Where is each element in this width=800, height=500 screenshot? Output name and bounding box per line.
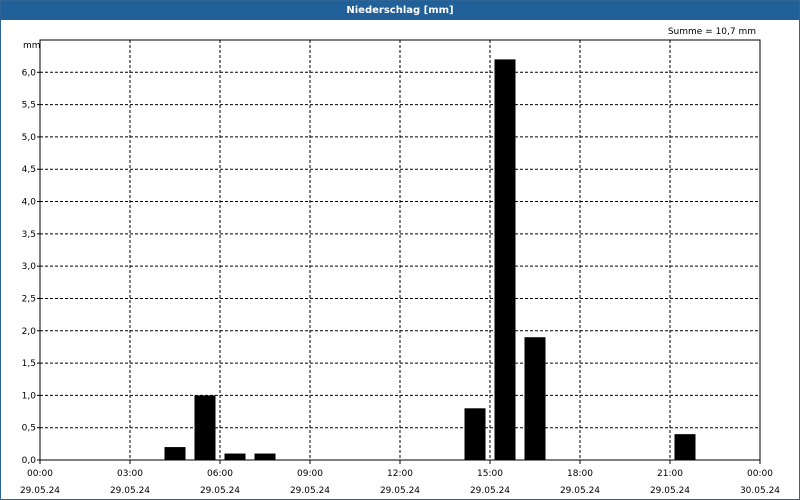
- x-tick-date-label: 30.05.24: [740, 486, 780, 496]
- y-tick-label: 5,0: [22, 133, 37, 143]
- x-tick-date-label: 29.05.24: [20, 486, 60, 496]
- bar: [464, 408, 486, 460]
- y-tick-label: 5,5: [22, 101, 36, 111]
- x-tick-time-label: 12:00: [387, 469, 413, 479]
- x-tick-date-label: 29.05.24: [200, 486, 240, 496]
- bar: [494, 59, 516, 461]
- x-tick-date-label: 29.05.24: [290, 486, 330, 496]
- x-tick-time-label: 18:00: [567, 469, 593, 479]
- x-tick-time-label: 15:00: [477, 469, 503, 479]
- bar: [674, 434, 696, 460]
- x-tick-time-label: 03:00: [117, 469, 143, 479]
- y-tick-label: 3,0: [22, 262, 37, 272]
- sum-label: Summe = 10,7 mm: [668, 27, 756, 37]
- y-tick-labels: 0,0 0,5 1,0 1,5 2,0 2,5 3,0 3,5 4,0 4,5 5,0 5,5 6,0: [22, 68, 37, 466]
- x-tick-date-label: 29.05.24: [560, 486, 600, 496]
- y-tick-label: 6,0: [22, 68, 37, 78]
- precipitation-chart: 0,00,51,01,52,02,53,03,54,04,55,05,56,0 …: [20, 27, 780, 496]
- x-tick-date-label: 29.05.24: [380, 486, 420, 496]
- bar-series: [164, 59, 696, 461]
- grid-lines: [40, 40, 760, 460]
- y-tick-label: 1,0: [22, 391, 37, 401]
- x-tick-time-label: 00:00: [27, 469, 53, 479]
- x-tick-date-label: 29.05.24: [470, 486, 510, 496]
- x-tick-time-label: 00:00: [747, 469, 773, 479]
- x-tick-time-label: 09:00: [297, 469, 323, 479]
- axes: [37, 39, 761, 464]
- y-axis-unit: mm: [23, 41, 41, 51]
- x-tick-time-label: 21:00: [657, 469, 683, 479]
- y-tick-label: 4,5: [22, 165, 36, 175]
- y-tick-label: 4,0: [22, 198, 37, 208]
- bar: [254, 453, 276, 460]
- y-tick-label: 0,5: [22, 424, 36, 434]
- x-tick-date-label: 29.05.24: [110, 486, 150, 496]
- bar: [224, 453, 246, 460]
- y-tick-label: 1,5: [22, 359, 36, 369]
- x-tick-date-label: 29.05.24: [650, 486, 690, 496]
- bar: [194, 395, 216, 460]
- y-tick-label: 2,0: [22, 327, 37, 337]
- x-tick-time-label: 06:00: [207, 469, 233, 479]
- bar: [524, 337, 546, 460]
- y-tick-label: 2,5: [22, 294, 36, 304]
- y-tick-label: 0,0: [22, 456, 37, 466]
- y-tick-label: 3,5: [22, 230, 36, 240]
- x-tick-labels: 00:00 29.05.24 03:00 29.05.24 06:00 29.05.24 0…: [20, 469, 780, 496]
- bar: [164, 447, 186, 460]
